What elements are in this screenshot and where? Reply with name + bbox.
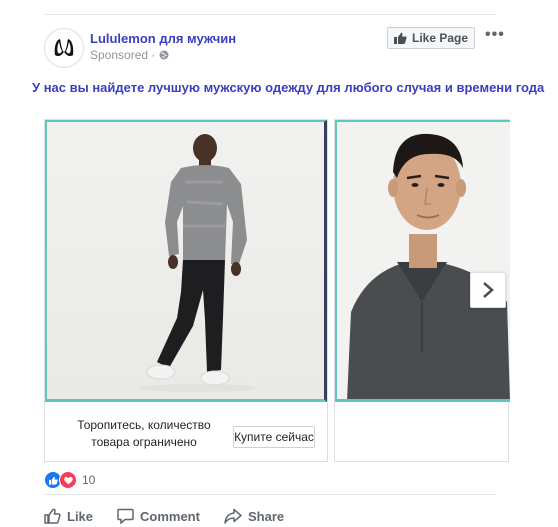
product-image[interactable]	[45, 120, 327, 402]
share-label: Share	[248, 508, 285, 524]
globe-icon	[159, 50, 169, 60]
like-label: Like	[67, 508, 94, 524]
chevron-right-icon	[483, 282, 494, 298]
page-name[interactable]: Lululemon для мужчин	[90, 31, 236, 46]
top-divider	[44, 14, 496, 15]
carousel-card[interactable]: Торопитесь, количество товара ограничено…	[44, 119, 328, 462]
thumbs-up-icon	[48, 476, 58, 485]
comment-icon	[117, 508, 134, 524]
lululemon-logo	[54, 39, 74, 57]
sponsored-label: Sponsored ·	[90, 48, 169, 62]
share-icon	[224, 508, 242, 524]
like-page-label: Like Page	[411, 31, 469, 45]
reaction-count: 10	[82, 473, 96, 487]
share-button[interactable]: Share	[224, 508, 284, 524]
reactions-summary[interactable]: 10	[44, 471, 95, 489]
thumbs-up-icon	[44, 508, 61, 524]
man-in-polo-photo	[347, 133, 510, 399]
actions-divider	[44, 494, 496, 495]
heart-icon	[63, 476, 73, 485]
product-image[interactable]	[335, 120, 510, 402]
more-icon[interactable]: •••	[485, 26, 505, 44]
thumbs-up-icon	[393, 32, 407, 44]
sponsored-text: Sponsored ·	[90, 48, 156, 62]
page-avatar[interactable]	[44, 28, 84, 68]
comment-button[interactable]: Comment	[117, 508, 200, 524]
shop-now-button[interactable]: Купите сейчас	[233, 426, 315, 448]
like-button[interactable]: Like	[44, 508, 93, 524]
love-reaction-icon	[59, 471, 77, 489]
carousel-next-button[interactable]	[470, 272, 506, 308]
like-page-button[interactable]: Like Page	[387, 27, 475, 49]
comment-label: Comment	[140, 508, 200, 524]
post-caption: У нас вы найдете лучшую мужскую одежду д…	[32, 80, 545, 95]
card-text: Торопитесь, количество товара ограничено	[77, 418, 211, 449]
man-in-gray-shirt-photo	[137, 134, 257, 392]
